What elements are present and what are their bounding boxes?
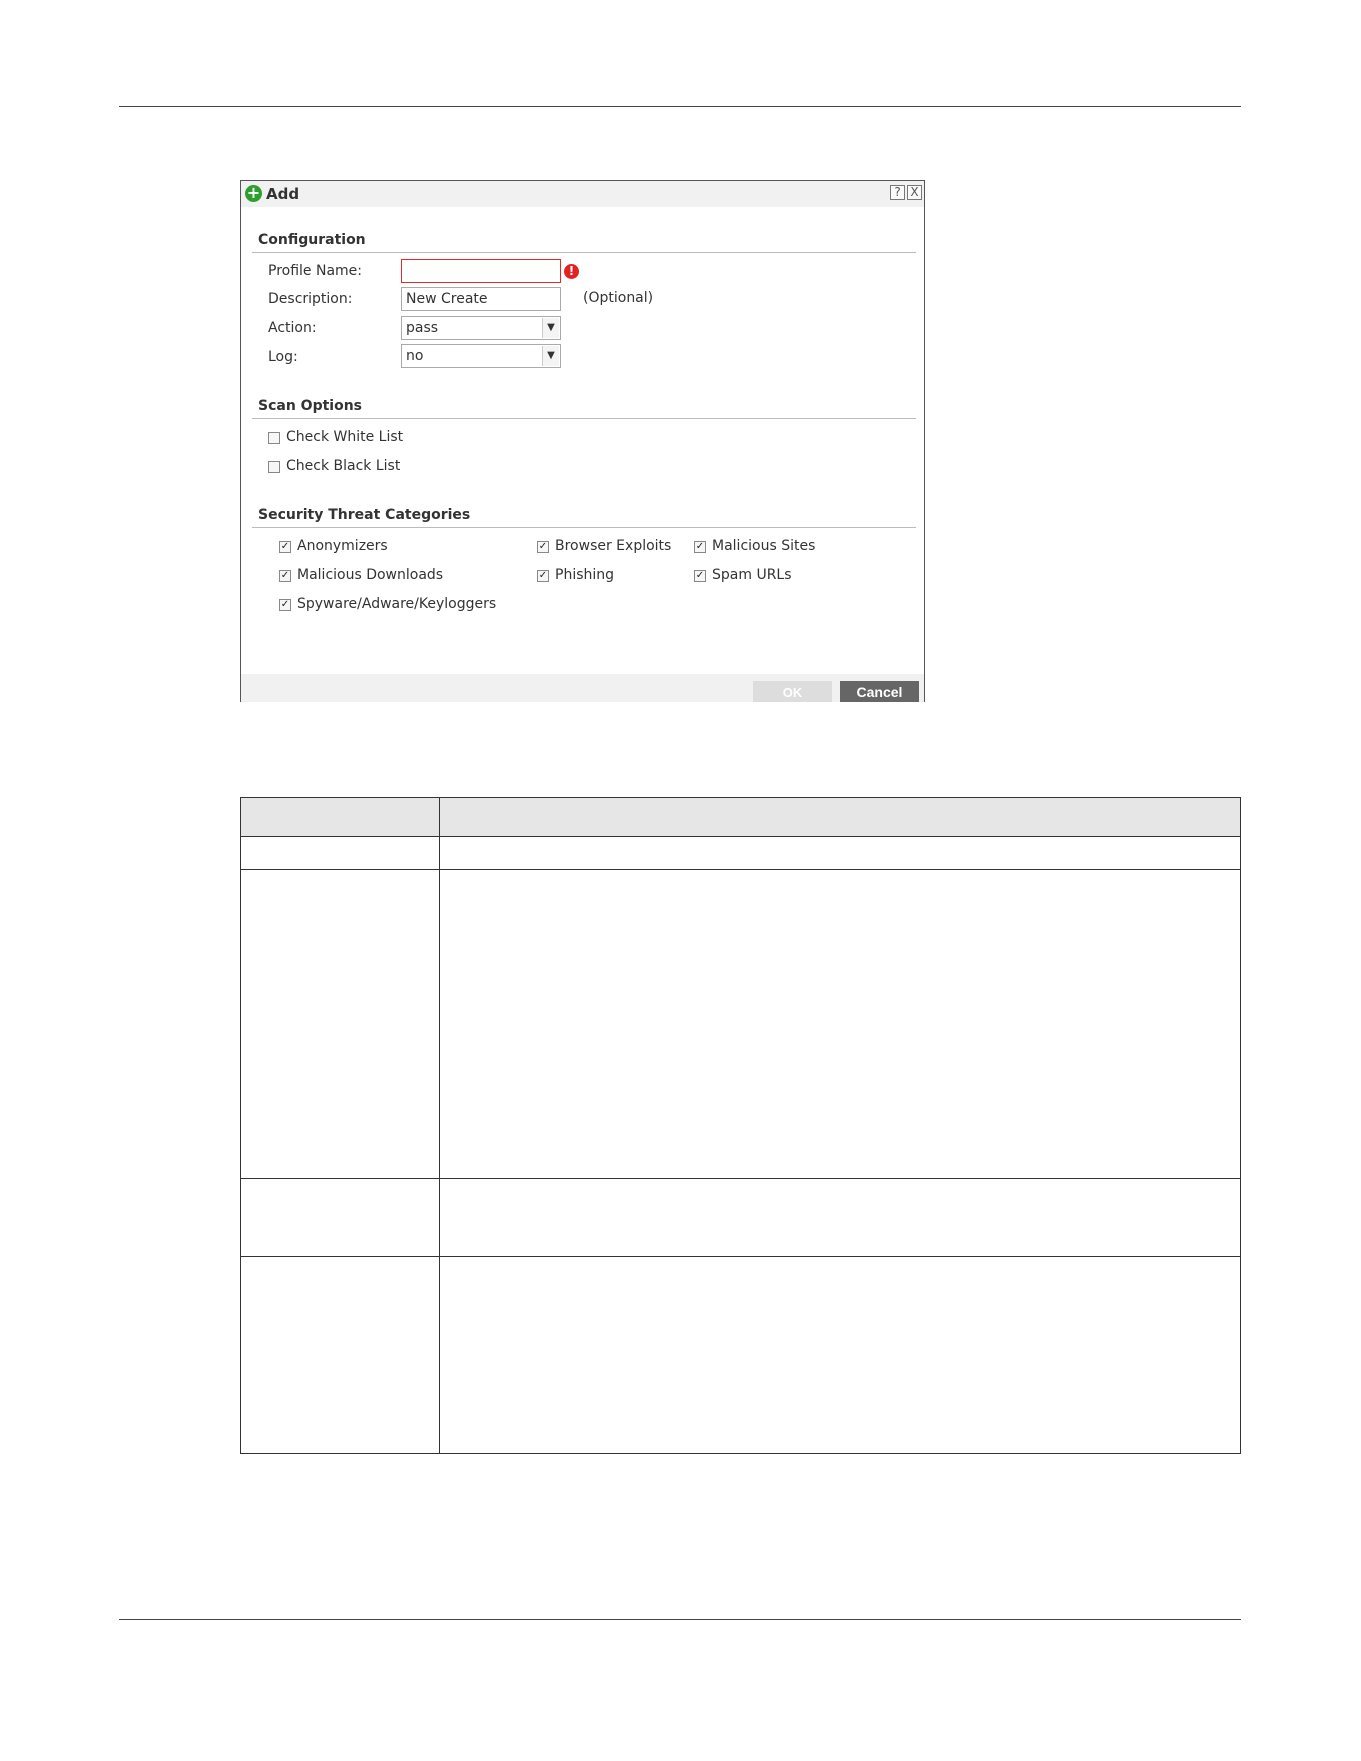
spam-urls-label: Spam URLs bbox=[712, 567, 792, 583]
malicious-downloads-checkbox[interactable]: ✓ bbox=[279, 570, 291, 582]
anonymizers-label: Anonymizers bbox=[297, 538, 388, 554]
table-cell bbox=[240, 836, 440, 870]
phishing-checkbox[interactable]: ✓ bbox=[537, 570, 549, 582]
table-header-cell bbox=[240, 797, 440, 837]
section-divider bbox=[252, 527, 916, 528]
action-label: Action: bbox=[268, 320, 317, 336]
table-cell bbox=[439, 1256, 1241, 1454]
dialog-footer: OK Cancel bbox=[241, 674, 924, 702]
table-cell bbox=[240, 1256, 440, 1454]
dialog-title: Add bbox=[266, 185, 300, 203]
log-select[interactable]: no ▼ bbox=[401, 344, 561, 368]
table-row bbox=[240, 1178, 1241, 1257]
table-header-row bbox=[240, 797, 1241, 837]
field-description-table bbox=[240, 797, 1241, 1454]
action-select-value: pass bbox=[406, 320, 439, 336]
check-black-list-checkbox[interactable] bbox=[268, 461, 280, 473]
optional-note: (Optional) bbox=[583, 290, 654, 306]
profile-name-input[interactable] bbox=[401, 259, 561, 283]
check-black-list-label: Check Black List bbox=[286, 458, 401, 474]
description-label: Description: bbox=[268, 291, 353, 307]
help-icon[interactable]: ? bbox=[890, 185, 905, 200]
error-icon: ! bbox=[564, 264, 579, 279]
header-rule bbox=[119, 106, 1241, 107]
spyware-adware-keyloggers-checkbox[interactable]: ✓ bbox=[279, 599, 291, 611]
ok-button[interactable]: OK bbox=[753, 681, 832, 702]
table-cell bbox=[240, 869, 440, 1179]
browser-exploits-label: Browser Exploits bbox=[555, 538, 672, 554]
phishing-label: Phishing bbox=[555, 567, 615, 583]
check-white-list-label: Check White List bbox=[286, 429, 404, 445]
table-cell bbox=[439, 836, 1241, 870]
anonymizers-checkbox[interactable]: ✓ bbox=[279, 541, 291, 553]
section-configuration: Configuration bbox=[258, 232, 366, 248]
section-divider bbox=[252, 418, 916, 419]
cancel-button[interactable]: Cancel bbox=[840, 681, 919, 702]
table-header-cell bbox=[439, 797, 1241, 837]
table-cell bbox=[439, 869, 1241, 1179]
action-select[interactable]: pass ▼ bbox=[401, 316, 561, 340]
add-icon: + bbox=[245, 183, 262, 202]
description-input[interactable] bbox=[401, 287, 561, 311]
malicious-sites-label: Malicious Sites bbox=[712, 538, 816, 554]
table-cell bbox=[240, 1178, 440, 1257]
footer-rule bbox=[119, 1619, 1241, 1620]
table-row bbox=[240, 836, 1241, 870]
section-divider bbox=[252, 252, 916, 253]
log-label: Log: bbox=[268, 349, 298, 365]
spyware-adware-keyloggers-label: Spyware/Adware/Keyloggers bbox=[297, 596, 497, 612]
table-row bbox=[240, 869, 1241, 1179]
section-security-threat-categories: Security Threat Categories bbox=[258, 507, 471, 523]
malicious-sites-checkbox[interactable]: ✓ bbox=[694, 541, 706, 553]
chevron-down-icon: ▼ bbox=[542, 318, 559, 338]
log-select-value: no bbox=[406, 348, 424, 364]
browser-exploits-checkbox[interactable]: ✓ bbox=[537, 541, 549, 553]
spam-urls-checkbox[interactable]: ✓ bbox=[694, 570, 706, 582]
malicious-downloads-label: Malicious Downloads bbox=[297, 567, 444, 583]
profile-name-label: Profile Name: bbox=[268, 263, 363, 279]
section-scan-options: Scan Options bbox=[258, 398, 363, 414]
check-white-list-checkbox[interactable] bbox=[268, 432, 280, 444]
table-cell bbox=[439, 1178, 1241, 1257]
close-icon[interactable]: X bbox=[907, 185, 922, 200]
add-profile-dialog: + Add ? X Configuration Profile Name: ! … bbox=[240, 180, 925, 702]
dialog-titlebar: + Add ? X bbox=[241, 181, 924, 207]
chevron-down-icon: ▼ bbox=[542, 346, 559, 366]
table-row bbox=[240, 1256, 1241, 1454]
